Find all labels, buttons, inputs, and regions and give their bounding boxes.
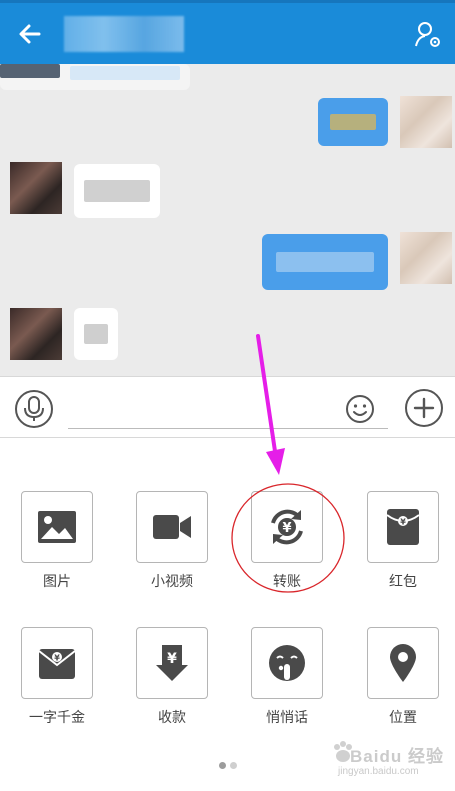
red-envelope-icon: ¥ [386, 509, 420, 545]
tile-red-packet[interactable]: ¥ 红包 [358, 491, 448, 601]
tile-label: 位置 [389, 709, 417, 725]
avatar[interactable] [10, 162, 62, 214]
contact-name-redacted [64, 16, 184, 52]
message-bubble-outgoing[interactable] [318, 98, 388, 146]
tile-label: 小视频 [151, 573, 193, 589]
emoji-button[interactable] [345, 394, 375, 424]
chat-message-area[interactable] [0, 64, 455, 376]
smile-icon [346, 395, 374, 423]
location-pin-icon [390, 644, 416, 682]
tile-label: 转账 [273, 573, 301, 589]
back-button[interactable] [14, 18, 46, 50]
page-dot-active[interactable] [219, 762, 226, 769]
svg-text:¥: ¥ [282, 521, 291, 536]
message-bubble-outgoing[interactable] [262, 234, 388, 290]
watermark-main-text: Baidu 经验 [350, 747, 444, 766]
tile-transfer[interactable]: ¥ 转账 [242, 491, 332, 601]
svg-text:¥: ¥ [54, 654, 60, 663]
video-camera-icon [153, 515, 191, 539]
message-input-bar [0, 376, 455, 438]
profile-settings-button[interactable] [411, 18, 445, 52]
svg-text:¥: ¥ [400, 518, 406, 527]
plus-icon [413, 397, 435, 419]
avatar[interactable] [10, 308, 62, 360]
page-dot[interactable] [230, 762, 237, 769]
tile-image[interactable]: 图片 [12, 491, 102, 601]
image-icon [38, 511, 76, 543]
tile-label: 图片 [43, 573, 71, 589]
watermark-url: jingyan.baidu.com [338, 766, 419, 777]
tile-label: 一字千金 [29, 709, 85, 725]
tile-label: 红包 [389, 573, 417, 589]
tile-word-gold[interactable]: ¥ 一字千金 [12, 627, 102, 737]
back-arrow-icon [19, 24, 41, 44]
message-bubble-incoming[interactable] [74, 164, 160, 218]
avatar[interactable] [400, 232, 452, 284]
receive-money-icon: ¥ [156, 645, 188, 681]
tile-receive-money[interactable]: ¥ 收款 [127, 627, 217, 737]
baidu-jingyan-watermark: Baidu 经验 jingyan.baidu.com [330, 738, 452, 786]
tile-short-video[interactable]: 小视频 [127, 491, 217, 601]
tile-whisper[interactable]: 悄悄话 [242, 627, 332, 737]
transfer-yuan-icon: ¥ [271, 509, 303, 545]
tile-label: 收款 [158, 709, 186, 725]
user-settings-icon [415, 22, 440, 47]
avatar[interactable] [400, 96, 452, 148]
chat-header [0, 0, 455, 64]
voice-input-button[interactable] [15, 390, 53, 428]
more-options-button[interactable] [405, 389, 443, 427]
envelope-yuan-icon: ¥ [38, 649, 76, 679]
svg-text:¥: ¥ [167, 651, 177, 667]
page-indicator[interactable] [219, 762, 237, 769]
message-text-input[interactable] [68, 399, 388, 429]
microphone-icon [24, 396, 44, 421]
message-bubble-incoming[interactable] [74, 308, 118, 360]
tile-label: 悄悄话 [266, 709, 308, 725]
tile-location[interactable]: 位置 [358, 627, 448, 737]
whisper-face-icon [269, 645, 305, 681]
message-bubble-incoming[interactable] [0, 64, 190, 90]
